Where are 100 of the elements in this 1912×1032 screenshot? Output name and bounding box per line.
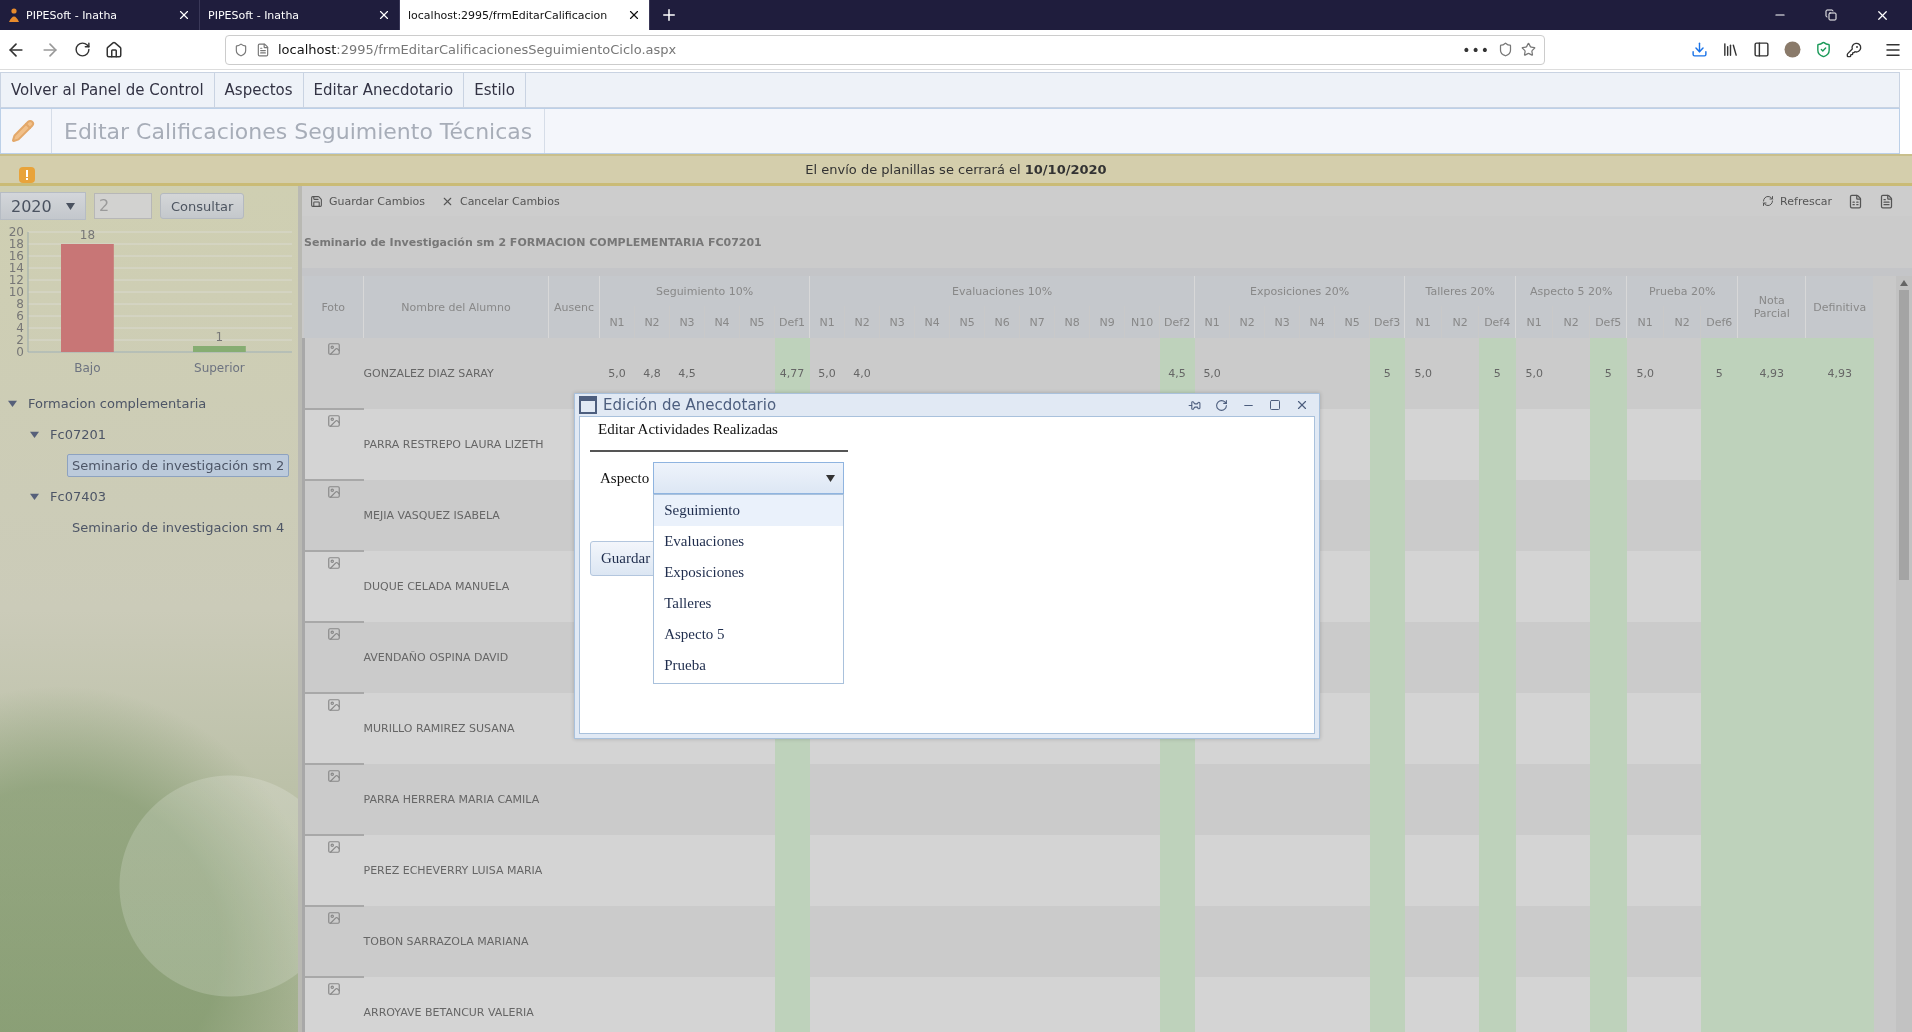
close-icon[interactable] (377, 8, 391, 22)
student-name: AVENDAÑO OSPINA DAVID (363, 651, 509, 664)
student-name: MEJIA VASQUEZ ISABELA (363, 509, 500, 522)
tree-item[interactable]: Fc07201 (45, 423, 111, 446)
section-heading: Editar Actividades Realizadas (590, 421, 848, 452)
collapse-caret-icon[interactable] (30, 492, 39, 501)
dropdown-caret-icon (826, 474, 836, 482)
tree-item[interactable]: Seminario de investigación sm 2 (67, 454, 290, 477)
photo-placeholder-icon (327, 982, 342, 996)
scrollbar-thumb[interactable] (1899, 290, 1909, 580)
grade-value: 4,8 (643, 367, 661, 380)
column-header: N3 (1264, 306, 1300, 338)
column-header: Nota Parcial (1737, 276, 1806, 338)
column-header: Def3 (1369, 306, 1405, 338)
scrollbar[interactable] (1896, 276, 1912, 1032)
column-header: N2 (1441, 306, 1479, 338)
scroll-up-icon[interactable] (1900, 280, 1908, 286)
menu-item[interactable]: Volver al Panel de Control (1, 73, 215, 107)
column-group-header: Aspecto 5 20% (1515, 276, 1627, 306)
column-header: N9 (1089, 306, 1125, 338)
grade-value: 5 (1383, 367, 1391, 380)
home-icon[interactable] (105, 40, 123, 59)
column-header: Def1 (774, 306, 810, 338)
more-button[interactable]: ••• (1462, 41, 1490, 58)
column-header: N7 (1019, 306, 1055, 338)
tree-item[interactable]: Seminario de investigacion sm 4 (67, 516, 290, 539)
reload-icon[interactable] (74, 41, 91, 58)
column-header: N2 (844, 306, 880, 338)
student-name: PARRA RESTREPO LAURA LIZETH (363, 438, 544, 451)
photo-placeholder-icon (327, 698, 342, 712)
y-tick-label: 2 (16, 333, 24, 347)
sidebar-icon[interactable] (1753, 41, 1770, 58)
column-header: N5 (1334, 306, 1370, 338)
student-name: DUQUE CELADA MANUELA (363, 580, 510, 593)
column-header: N1 (1515, 306, 1553, 338)
column-header: Def4 (1478, 306, 1516, 338)
y-tick-label: 18 (8, 237, 24, 251)
grade-value: 4,77 (779, 367, 805, 380)
grade-value: 4,93 (1827, 367, 1852, 380)
student-name: MURILLO RAMIREZ SUSANA (363, 722, 515, 735)
column-header: N5 (949, 306, 985, 338)
pin-icon[interactable] (1188, 398, 1201, 412)
student-name: PARRA HERRERA MARIA CAMILA (363, 793, 540, 806)
column-header: Ausenc (548, 276, 600, 338)
new-tab-icon[interactable] (660, 6, 678, 24)
close-icon[interactable] (177, 8, 191, 22)
grade-value: 5 (1493, 367, 1501, 380)
dropdown-option[interactable]: Seguimiento (654, 495, 844, 526)
student-name: PEREZ ECHEVERRY LUISA MARIA (363, 864, 543, 877)
year-select[interactable]: 2020 (0, 192, 86, 220)
toolbar-button[interactable]: Cancelar Cambios (440, 194, 560, 208)
restore-icon[interactable] (1825, 9, 1837, 21)
data-label: 1 (215, 330, 224, 344)
grade-value: 5,0 (1525, 367, 1543, 380)
column-header: Nombre del Alumno (363, 276, 549, 338)
dropdown-caret-icon (66, 202, 75, 210)
y-tick-label: 14 (8, 261, 24, 275)
photo-placeholder-icon (327, 342, 342, 356)
column-header: N5 (739, 306, 775, 338)
collapse-caret-icon[interactable] (8, 399, 17, 408)
photo-placeholder-icon (327, 627, 342, 641)
y-tick-label: 4 (16, 321, 24, 335)
column-header: Def6 (1700, 306, 1738, 338)
shield-check-icon[interactable] (1815, 41, 1832, 58)
collapse-caret-icon[interactable] (30, 430, 39, 439)
tree-item[interactable]: Formacion complementaria (23, 392, 212, 415)
bar-label: Bajo (74, 361, 101, 375)
address-field[interactable]: localhost:2995/frmEditarCalificacionesSeguimientoCiclo.aspx ••• (225, 34, 1545, 65)
tree-item[interactable]: Fc07403 (45, 485, 111, 508)
column-header: N2 (1229, 306, 1265, 338)
bookmark-star-icon[interactable] (1521, 42, 1536, 57)
refresh-button[interactable]: Refrescar (1762, 194, 1832, 208)
grade-value: 5,0 (1636, 367, 1654, 380)
library-icon[interactable] (1722, 41, 1739, 58)
consultar-button[interactable]: Consultar (160, 193, 245, 219)
menu-item[interactable]: Aspectos (214, 73, 304, 107)
pdf-export-icon[interactable] (1879, 193, 1894, 209)
photo-placeholder-icon (327, 556, 342, 570)
grade-value: 4,5 (678, 367, 696, 380)
bar-label: Superior (194, 361, 245, 375)
column-header: Def5 (1589, 306, 1627, 338)
excel-export-icon[interactable] (1848, 193, 1863, 209)
y-tick-label: 16 (8, 249, 24, 263)
menu-item[interactable]: Estilo (464, 73, 526, 107)
grade-value: 5,0 (1414, 367, 1432, 380)
grade-value: 5 (1604, 367, 1612, 380)
url-text: localhost:2995/frmEditarCalificacionesSeguimientoCiclo.aspx (278, 42, 678, 57)
y-tick-label: 6 (16, 309, 24, 323)
avatar-icon[interactable] (1784, 41, 1801, 58)
key-icon[interactable] (1846, 41, 1862, 58)
shield-icon (234, 42, 248, 57)
grade-value: 5,0 (818, 367, 836, 380)
browser-tab[interactable]: localhost:2995/frmEditarCalificacion (400, 0, 650, 30)
data-label: 18 (79, 228, 96, 242)
browser-tab[interactable]: PIPESoft - Inatha (0, 0, 200, 30)
close-icon[interactable] (627, 8, 641, 22)
maximize-icon[interactable] (1269, 399, 1281, 411)
toolbar-button[interactable]: Guardar Cambios (310, 194, 425, 208)
menu-item[interactable]: Editar Anecdotario (303, 73, 465, 107)
download-icon[interactable] (1691, 41, 1708, 58)
